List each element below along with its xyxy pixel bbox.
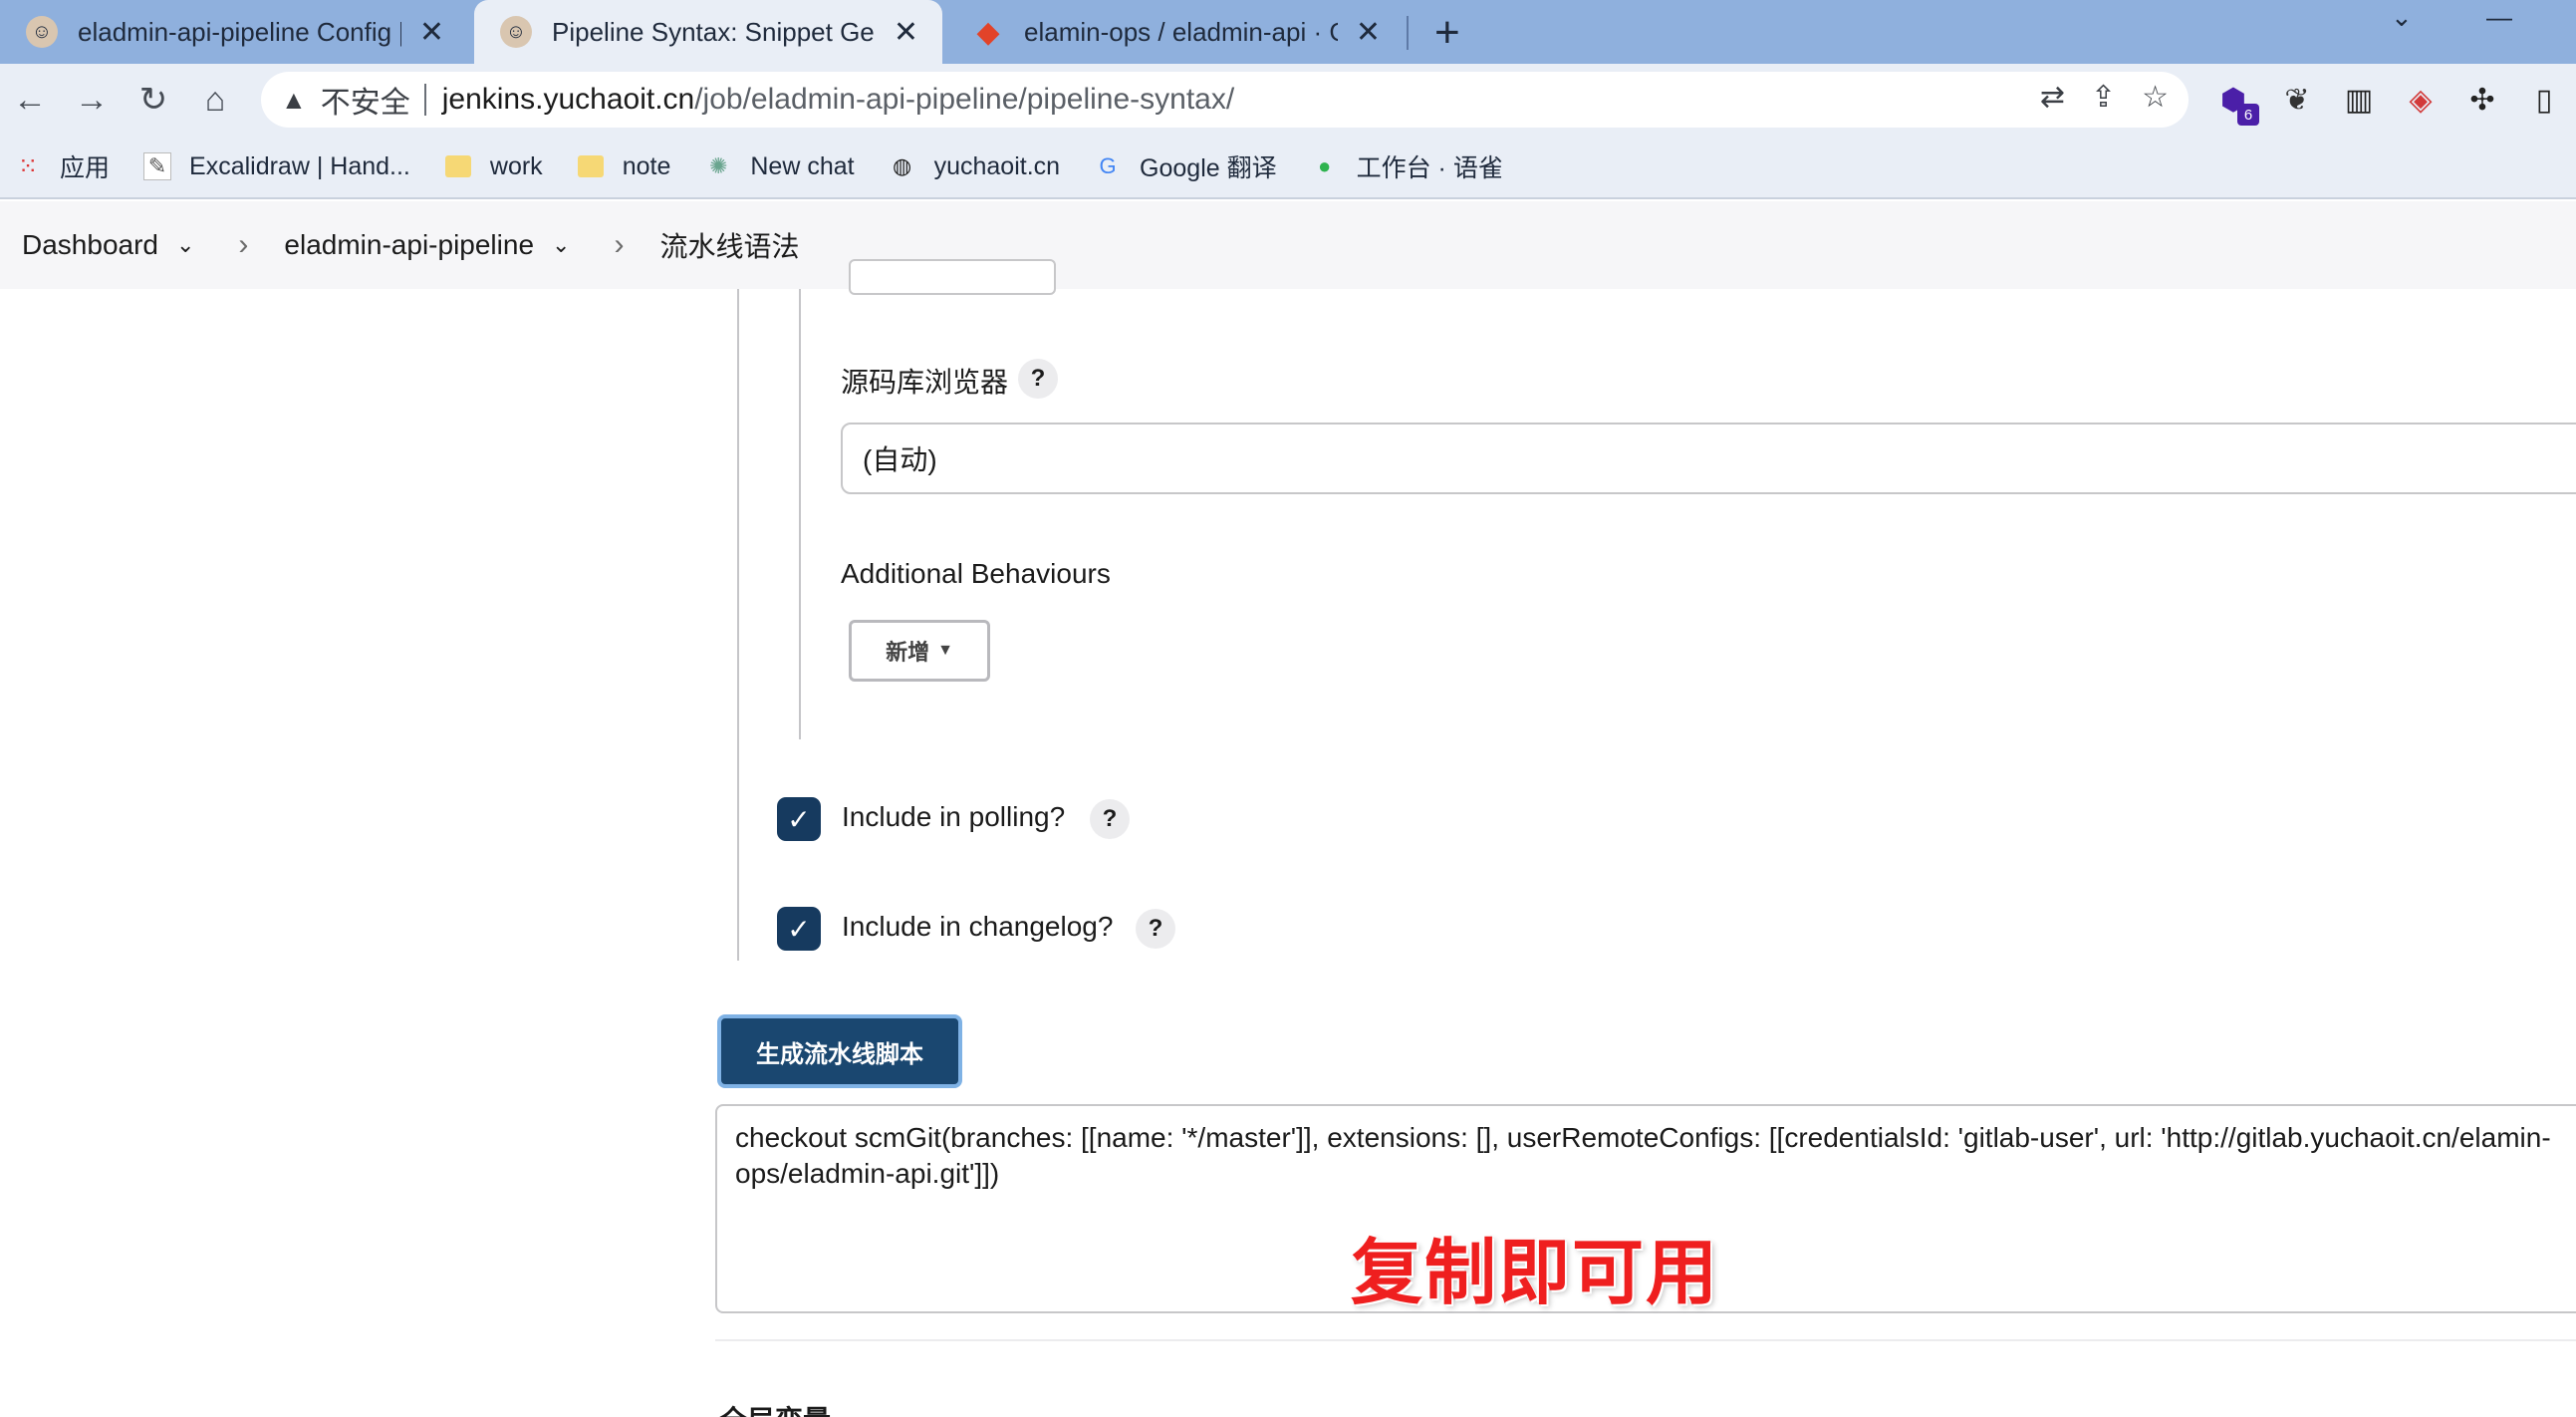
browser-tab-strip: ☺ eladmin-api-pipeline Config [J ✕ ☺ Pip…: [0, 0, 2576, 64]
help-icon[interactable]: ?: [1090, 799, 1130, 839]
address-bar[interactable]: ▲ 不安全 jenkins.yuchaoit.cn /job/eladmin-a…: [261, 72, 2189, 128]
breadcrumb: Dashboard ⌄ › eladmin-api-pipeline ⌄ › 流…: [0, 201, 2576, 289]
section-divider: [715, 1339, 2576, 1341]
tab-gitlab-repo[interactable]: ◆ elamin-ops / eladmin-api · Git ✕: [946, 0, 1405, 64]
bookmark-star-icon[interactable]: ☆: [2142, 80, 2169, 115]
globe-icon: ◍: [892, 153, 912, 178]
tab-separator: [1407, 16, 1409, 50]
extension-badge: 6: [2237, 104, 2259, 126]
bookmark-label: Google 翻译: [1140, 154, 1277, 182]
breadcrumb-pipeline-syntax[interactable]: 流水线语法: [659, 225, 799, 265]
include-polling-checkbox[interactable]: ✓: [777, 797, 821, 841]
browser-toolbar: ← → ↻ ⌂ ▲ 不安全 jenkins.yuchaoit.cn /job/e…: [0, 64, 2576, 136]
bookmarks-bar: ⁙ 应用 ✎ Excalidraw | Hand... work note ✺ …: [0, 136, 2576, 199]
reload-icon[interactable]: ↻: [129, 76, 177, 124]
extension-audio-icon[interactable]: ▥: [2339, 80, 2379, 120]
close-icon[interactable]: ✕: [1356, 15, 1381, 50]
include-changelog-label: Include in changelog?: [842, 911, 1114, 942]
chevron-down-icon[interactable]: ⌄: [552, 232, 570, 258]
breadcrumb-job[interactable]: eladmin-api-pipeline ⌄: [284, 229, 570, 261]
address-divider: [423, 84, 426, 116]
add-button-label: 新增: [886, 640, 930, 665]
bookmark-label: Excalidraw | Hand...: [189, 151, 410, 180]
annotation-overlay-text: 复制即可用: [1351, 1234, 1720, 1313]
bookmark-excalidraw[interactable]: ✎ Excalidraw | Hand...: [143, 152, 410, 181]
translate-icon[interactable]: ⇄: [2040, 80, 2065, 115]
yuque-icon: ●: [1317, 153, 1332, 178]
bookmark-label: New chat: [750, 151, 855, 180]
back-arrow-icon[interactable]: ←: [6, 76, 54, 124]
excalidraw-icon: ✎: [143, 152, 172, 180]
breadcrumb-dashboard[interactable]: Dashboard ⌄: [22, 229, 194, 261]
url-path: /job/eladmin-api-pipeline/pipeline-synta…: [694, 83, 1235, 116]
tab-search-chevron-icon[interactable]: ⌄: [2391, 2, 2413, 33]
bookmark-label: note: [622, 151, 671, 180]
section-indent-line: [737, 289, 739, 961]
home-icon[interactable]: ⌂: [191, 76, 239, 124]
tab-pipeline-syntax[interactable]: ☺ Pipeline Syntax: Snippet Gene ✕: [474, 0, 942, 64]
bookmark-note[interactable]: note: [577, 151, 671, 181]
repo-browser-label: 源码库浏览器: [841, 367, 1009, 398]
nested-indent-line: [799, 289, 801, 739]
folder-icon: [444, 152, 472, 180]
jenkins-butler-icon: ☺: [500, 16, 532, 48]
url-host: jenkins.yuchaoit.cn: [441, 83, 695, 116]
repo-browser-value: (自动): [863, 444, 937, 475]
main-content: 源码库浏览器 ? (自动) Additional Behaviours 新增 ▼…: [0, 259, 2576, 1417]
include-changelog-checkbox[interactable]: ✓: [777, 907, 821, 951]
bookmark-label: work: [489, 151, 543, 180]
tab-title: Pipeline Syntax: Snippet Gene: [552, 16, 876, 47]
breadcrumb-label: eladmin-api-pipeline: [284, 229, 535, 260]
bookmark-yuchaoit[interactable]: ◍ yuchaoit.cn: [889, 152, 1060, 181]
warning-triangle-icon: ▲: [281, 84, 307, 115]
chevron-right-icon: ›: [238, 228, 249, 261]
share-icon[interactable]: ⇪: [2091, 80, 2116, 115]
breadcrumb-label: Dashboard: [22, 229, 158, 260]
bookmark-apps[interactable]: ⁙ 应用: [14, 148, 110, 184]
extension-cube-icon[interactable]: ◈: [2401, 80, 2441, 120]
google-translate-icon: G: [1099, 153, 1117, 178]
caret-down-icon: ▼: [937, 642, 953, 659]
truncated-field[interactable]: [849, 259, 1056, 295]
add-behaviour-button[interactable]: 新增 ▼: [849, 620, 990, 682]
folder-icon: [577, 152, 605, 180]
jenkins-butler-icon: ☺: [26, 16, 58, 48]
side-panel-icon[interactable]: ▯: [2524, 80, 2564, 120]
tab-pipeline-config[interactable]: ☺ eladmin-api-pipeline Config [J ✕: [0, 0, 468, 64]
new-tab-button[interactable]: +: [1434, 8, 1460, 58]
apps-grid-icon: ⁙: [17, 152, 39, 180]
extensions-puzzle-icon[interactable]: ✣: [2462, 80, 2502, 120]
bookmark-yuque[interactable]: ● 工作台 · 语雀: [1311, 148, 1503, 184]
help-icon[interactable]: ?: [1018, 359, 1058, 399]
breadcrumb-label: 流水线语法: [659, 231, 800, 262]
bookmark-label: yuchaoit.cn: [933, 151, 1061, 180]
openai-icon: ✺: [709, 153, 728, 178]
chevron-right-icon: ›: [614, 228, 625, 261]
security-label: 不安全: [320, 87, 410, 120]
address-bar-actions: ⇄ ⇪ ☆: [2040, 80, 2169, 115]
bookmark-label: 工作台 · 语雀: [1356, 154, 1503, 182]
close-icon[interactable]: ✕: [894, 15, 918, 50]
tab-title: elamin-ops / eladmin-api · Git: [1024, 16, 1338, 47]
global-variables-heading: 全局变量: [719, 1399, 831, 1417]
include-polling-label: Include in polling?: [842, 801, 1066, 832]
minimize-icon[interactable]: —: [2486, 2, 2512, 33]
chevron-down-icon[interactable]: ⌄: [176, 232, 194, 258]
additional-behaviours-label: Additional Behaviours: [841, 558, 1111, 589]
gitlab-icon: ◆: [976, 15, 1000, 49]
close-icon[interactable]: ✕: [419, 15, 444, 50]
bookmark-work[interactable]: work: [444, 152, 543, 181]
bookmark-google-translate[interactable]: G Google 翻译: [1094, 148, 1277, 184]
bookmark-new-chat[interactable]: ✺ New chat: [704, 152, 854, 181]
repo-browser-select[interactable]: (自动): [841, 423, 2576, 494]
extension-leaf-icon[interactable]: ❦: [2277, 80, 2317, 120]
help-icon[interactable]: ?: [1136, 909, 1175, 949]
generate-script-button[interactable]: 生成流水线脚本: [717, 1014, 962, 1088]
forward-arrow-icon[interactable]: →: [68, 76, 116, 124]
tab-title: eladmin-api-pipeline Config [J: [78, 16, 401, 47]
bookmark-label: 应用: [60, 154, 111, 182]
